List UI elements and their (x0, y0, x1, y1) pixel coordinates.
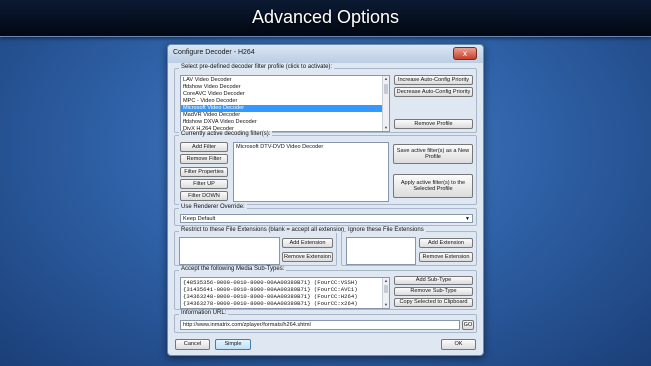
profile-list-item[interactable]: CoreAVC Video Decoder (181, 91, 389, 98)
scroll-down-icon[interactable]: ▼ (383, 302, 389, 308)
ignore-remove-extension-button[interactable]: Remove Extension (419, 252, 473, 262)
simple-button[interactable]: Simple (215, 339, 251, 350)
increase-priority-button[interactable]: Increase Auto-Config Priority (394, 75, 473, 85)
chevron-down-icon[interactable]: ▼ (465, 215, 470, 223)
info-url-group: Information URL: http://www.inmatrix.com… (174, 310, 477, 333)
renderer-select[interactable]: Keep Default ▼ (180, 214, 473, 223)
close-icon: x (463, 49, 467, 58)
cancel-button[interactable]: Cancel (175, 339, 210, 350)
subtype-list-item[interactable]: {48535356-0000-0010-8000-00AA00389B71} (… (181, 279, 389, 286)
decrease-priority-button[interactable]: Decrease Auto-Config Priority (394, 87, 473, 97)
profile-list-item[interactable]: ffdshow DXVA Video Decoder (181, 119, 389, 126)
subtypes-scrollbar[interactable]: ▲ ▼ (382, 278, 389, 308)
ignore-add-extension-button[interactable]: Add Extension (419, 238, 473, 248)
ignore-extensions-group: Ignore these File Extensions Add Extensi… (341, 227, 477, 266)
profile-list-item[interactable]: ffdshow Video Decoder (181, 84, 389, 91)
ignore-extensions-label: Ignore these File Extensions (346, 227, 426, 233)
subtypes-listbox[interactable]: {48535356-0000-0010-8000-00AA00389B71} (… (180, 277, 390, 309)
subtype-list-item[interactable]: {34363248-0000-0010-8000-00AA00389B71} (… (181, 293, 389, 300)
scroll-down-icon[interactable]: ▼ (383, 125, 389, 131)
active-filters-label: Currently active decoding filter(s): (179, 131, 273, 137)
scroll-thumb[interactable] (384, 84, 388, 94)
scroll-up-icon[interactable]: ▲ (383, 76, 389, 82)
configure-decoder-dialog: Configure Decoder - H264 x Select pre-de… (167, 44, 484, 356)
profiles-scrollbar[interactable]: ▲ ▼ (382, 76, 389, 131)
close-button[interactable]: x (453, 47, 477, 60)
profile-list-item[interactable]: Microsoft Video Decoder (181, 105, 389, 112)
subtypes-label: Accept the following Media Sub-Types: (179, 266, 287, 272)
subtypes-group: Accept the following Media Sub-Types: {4… (174, 266, 477, 310)
profiles-group: Select pre-defined decoder filter profil… (174, 64, 477, 133)
save-new-profile-button[interactable]: Save active filter(s) as a New Profile (393, 144, 473, 164)
filter-down-button[interactable]: Filter DOWN (180, 191, 228, 201)
subtype-list-item[interactable]: {34363268-0000-0010-8000-00AA00389B71} (… (181, 307, 389, 308)
ignore-extensions-listbox[interactable] (346, 237, 416, 265)
dialog-title: Configure Decoder - H264 (173, 49, 255, 56)
restrict-remove-extension-button[interactable]: Remove Extension (282, 252, 333, 262)
restrict-add-extension-button[interactable]: Add Extension (282, 238, 333, 248)
filter-up-button[interactable]: Filter UP (180, 179, 228, 189)
ok-button[interactable]: OK (441, 339, 476, 350)
profile-list-item[interactable]: MadVR Video Decoder (181, 112, 389, 119)
filter-properties-button[interactable]: Filter Properties (180, 167, 228, 177)
profile-list-item[interactable]: MPC - Video Decoder (181, 98, 389, 105)
renderer-select-value: Keep Default (183, 216, 216, 222)
profiles-group-label: Select pre-defined decoder filter profil… (179, 64, 335, 70)
active-filter-item[interactable]: Microsoft DTV-DVD Video Decoder (234, 144, 388, 151)
add-subtype-button[interactable]: Add Sub-Type (394, 276, 473, 285)
scroll-thumb[interactable] (384, 285, 388, 293)
dialog-titlebar[interactable]: Configure Decoder - H264 x (168, 45, 483, 63)
info-url-field[interactable]: http://www.inmatrix.com/zplayer/formats/… (180, 320, 460, 330)
active-filters-group: Currently active decoding filter(s): Add… (174, 131, 477, 205)
restrict-extensions-listbox[interactable] (179, 237, 280, 265)
renderer-group: Use Renderer Override: Keep Default ▼ (174, 204, 477, 226)
page-title: Advanced Options (251, 7, 400, 27)
go-button[interactable]: GO (462, 320, 474, 330)
remove-subtype-button[interactable]: Remove Sub-Type (394, 287, 473, 296)
restrict-extensions-group: Restrict to these File Extensions (blank… (174, 227, 347, 266)
remove-profile-button[interactable]: Remove Profile (394, 119, 473, 129)
renderer-label: Use Renderer Override: (179, 204, 247, 210)
info-url-label: Information URL: (179, 310, 229, 316)
profile-list-item[interactable]: LAV Video Decoder (181, 77, 389, 84)
copy-to-clipboard-button[interactable]: Copy Selected to Clipboard (394, 298, 473, 307)
subtype-list-item[interactable]: {31435641-0000-0010-8000-00AA00389B71} (… (181, 286, 389, 293)
scroll-up-icon[interactable]: ▲ (383, 278, 389, 284)
apply-to-profile-button[interactable]: Apply active filter(s) to the Selected P… (393, 174, 473, 198)
profiles-listbox[interactable]: LAV Video Decoder ffdshow Video Decoder Co… (180, 75, 390, 132)
top-header-bar: Advanced Options (0, 0, 651, 37)
remove-filter-button[interactable]: Remove Filter (180, 154, 228, 164)
restrict-extensions-label: Restrict to these File Extensions (blank… (179, 227, 347, 233)
active-filters-listbox[interactable]: Microsoft DTV-DVD Video Decoder (233, 142, 389, 202)
add-filter-button[interactable]: Add Filter (180, 142, 228, 152)
subtype-list-item[interactable]: {34363278-0000-0010-8000-00AA00389B71} (… (181, 300, 389, 307)
